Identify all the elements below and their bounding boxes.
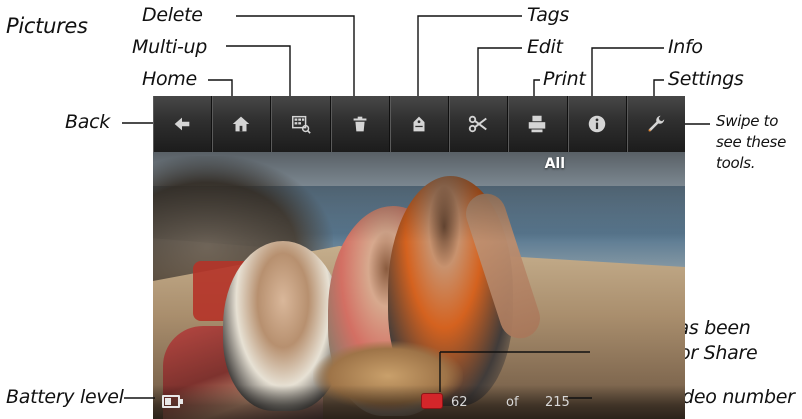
multi-up-icon [291, 115, 311, 134]
label-home: Home [142, 68, 197, 90]
label-tags: Tags [527, 4, 570, 26]
printer-icon [529, 115, 546, 133]
wrench-icon [648, 115, 665, 132]
back-button[interactable] [153, 96, 213, 152]
label-battery: Battery level [6, 386, 124, 408]
edit-button[interactable] [449, 96, 509, 152]
label-edit: Edit [527, 36, 563, 58]
total-picture-count: 215 [545, 395, 570, 410]
info-button[interactable] [568, 96, 627, 152]
share-marked-icon [421, 393, 443, 409]
tag-icon [413, 116, 425, 132]
status-bar: 62 of 215 [153, 385, 685, 419]
label-delete: Delete [142, 4, 203, 26]
label-print: Print [543, 68, 586, 90]
label-settings: Settings [668, 68, 744, 90]
label-multi-up: Multi-up [132, 36, 208, 58]
delete-button[interactable] [331, 96, 390, 152]
page-heading: Pictures [6, 14, 88, 38]
back-arrow-icon [174, 117, 190, 131]
toolbar-shadow [153, 152, 685, 242]
current-picture-number: 62 [451, 395, 468, 410]
of-label: of [506, 395, 519, 410]
trash-icon [353, 116, 367, 132]
print-button[interactable] [508, 96, 568, 152]
toolbar [153, 96, 685, 152]
multi-up-button[interactable] [271, 96, 331, 152]
label-info: Info [668, 36, 703, 58]
label-back: Back [65, 111, 110, 133]
filter-label[interactable]: All [545, 156, 565, 172]
tags-button[interactable] [390, 96, 450, 152]
info-icon [588, 115, 605, 133]
home-icon [233, 116, 250, 132]
battery-icon [162, 395, 183, 408]
device-screen: All 62 of 215 [153, 96, 685, 419]
label-swipe: Swipe to see these tools. [716, 112, 787, 172]
settings-button[interactable] [627, 96, 685, 152]
scissors-icon [469, 115, 488, 133]
home-button[interactable] [212, 96, 272, 152]
